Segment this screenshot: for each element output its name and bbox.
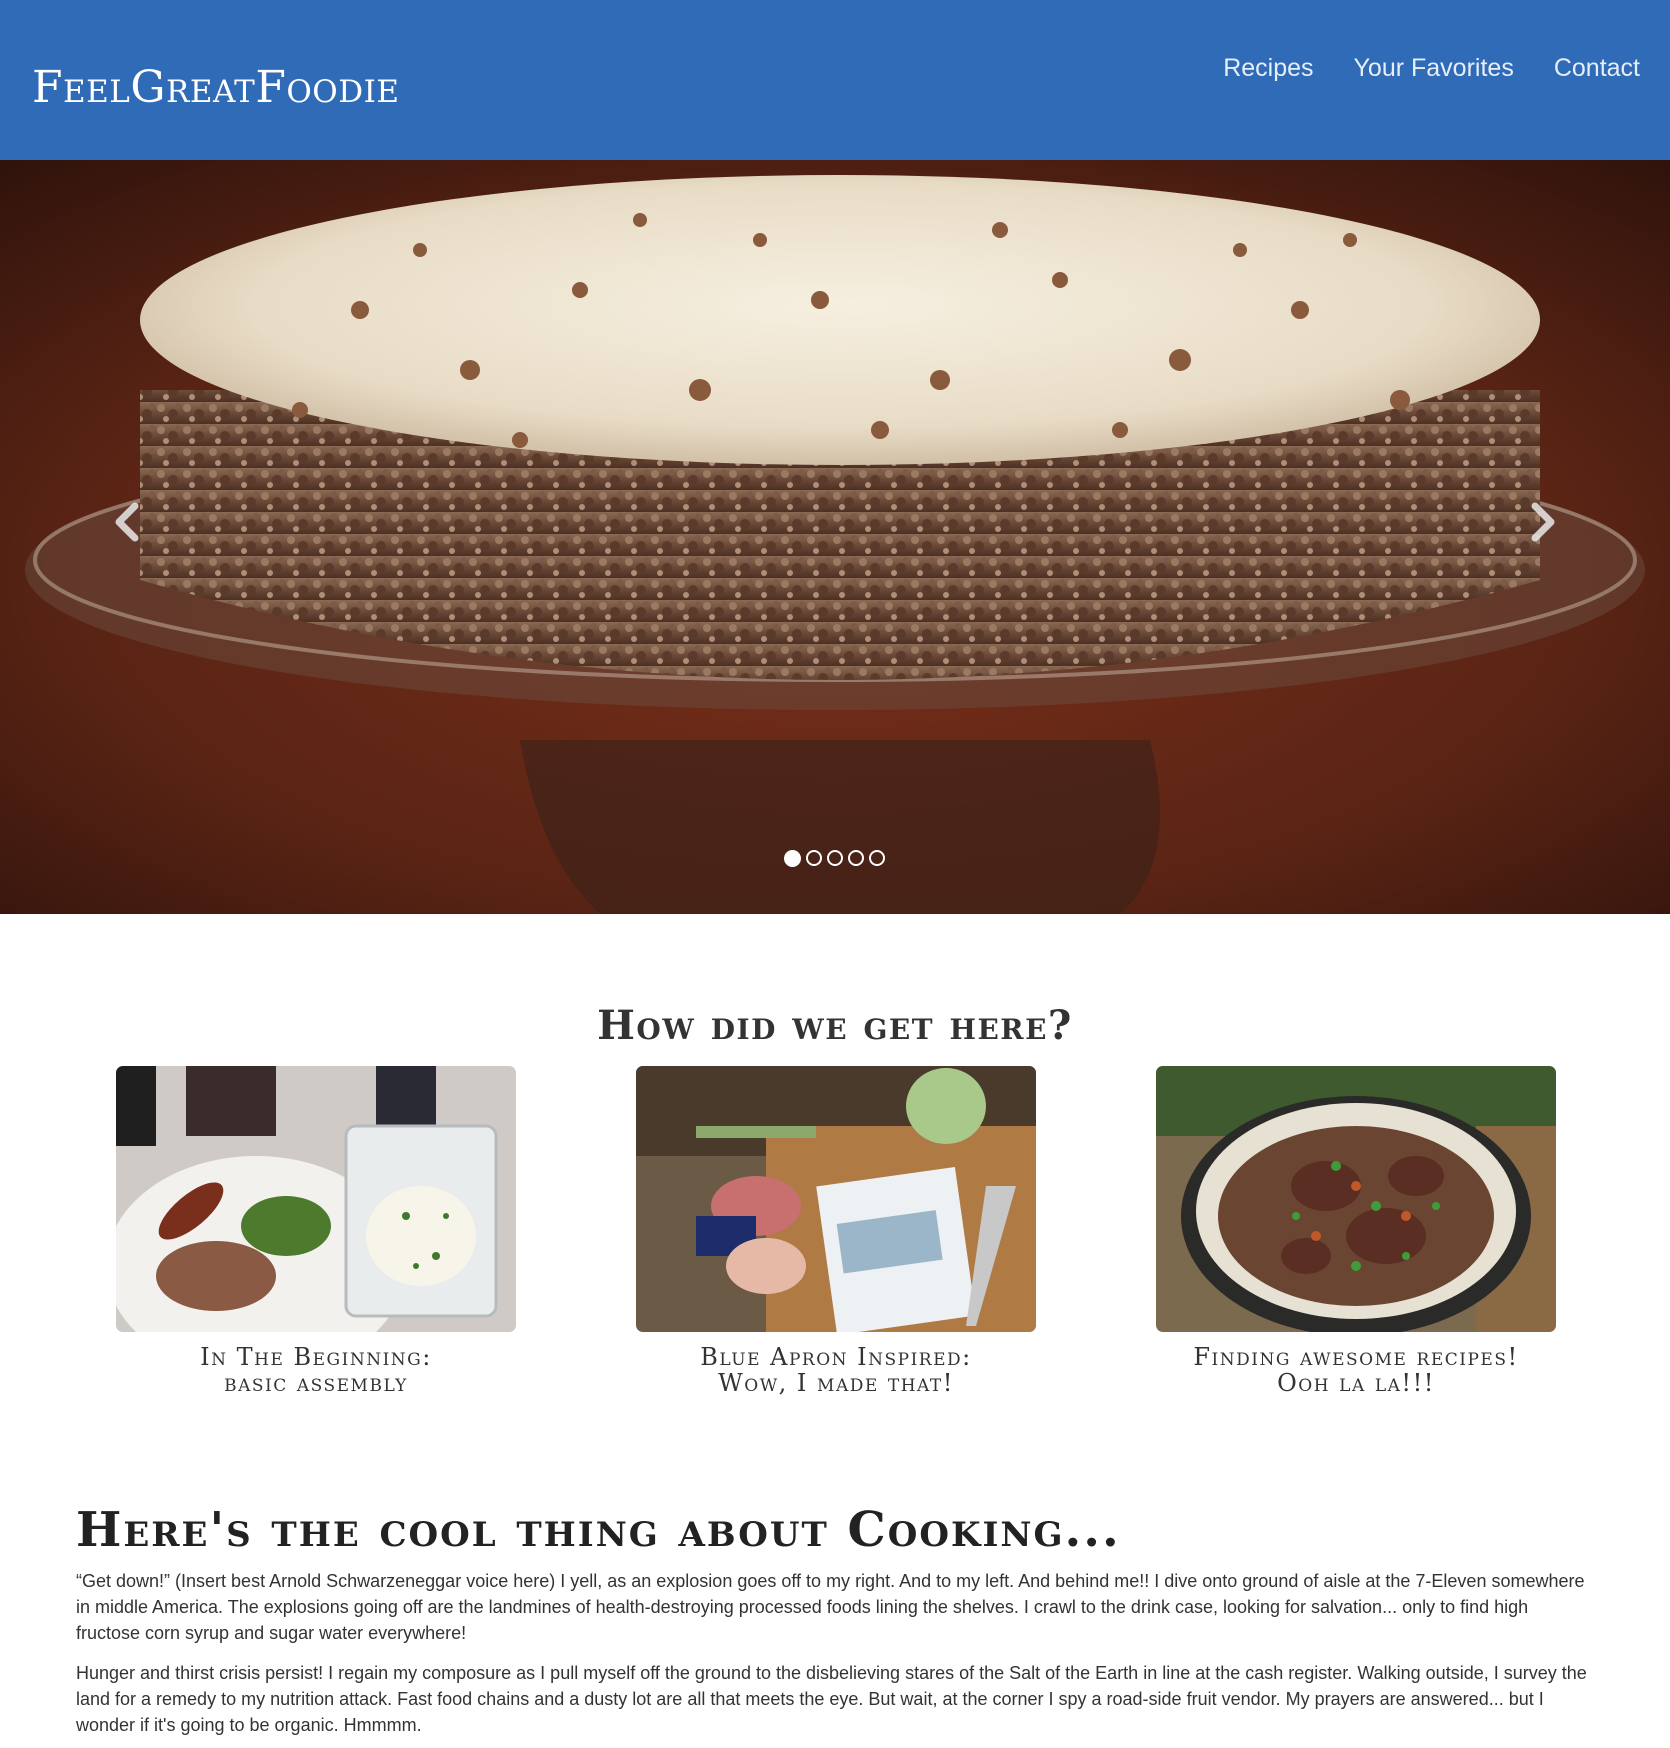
card-caption: Blue Apron Inspired: Wow, I made that!	[636, 1344, 1036, 1396]
card-caption-line1: Finding awesome recipes!	[1193, 1343, 1519, 1371]
navbar: FeelGreatFoodie Recipes Your Favorites C…	[0, 0, 1670, 160]
card-caption-line1: In The Beginning:	[200, 1343, 432, 1371]
carousel-indicator[interactable]	[848, 850, 864, 866]
carousel-indicators	[784, 850, 885, 867]
hero-carousel	[0, 160, 1670, 914]
carousel-next-button[interactable]	[1514, 482, 1574, 562]
nav-links: Recipes Your Favorites Contact	[1223, 50, 1640, 86]
chevron-right-icon	[1531, 502, 1555, 542]
card-image-awesome-recipes[interactable]	[1156, 1066, 1556, 1332]
carousel-indicator[interactable]	[827, 850, 843, 866]
journey-card: In The Beginning: basic assembly	[116, 1066, 516, 1396]
carousel-indicator[interactable]	[806, 850, 822, 866]
card-image-blue-apron[interactable]	[636, 1066, 1036, 1332]
card-caption: Finding awesome recipes! Ooh la la!!!	[1156, 1344, 1556, 1396]
article-paragraph: “Get down!” (Insert best Arnold Schwarze…	[76, 1571, 1585, 1643]
carousel-slide-image	[0, 160, 1670, 914]
card-caption-line2: Wow, I made that!	[718, 1369, 954, 1397]
journey-card: Blue Apron Inspired: Wow, I made that!	[636, 1066, 1036, 1396]
nav-link-your-favorites[interactable]: Your Favorites	[1354, 50, 1514, 86]
carousel-prev-button[interactable]	[96, 482, 156, 562]
card-caption-line2: basic assembly	[224, 1369, 408, 1397]
journey-card: Finding awesome recipes! Ooh la la!!!	[1156, 1066, 1556, 1396]
card-image-basic-assembly[interactable]	[116, 1066, 516, 1332]
card-caption-line1: Blue Apron Inspired:	[700, 1343, 972, 1371]
nav-link-contact[interactable]: Contact	[1554, 50, 1640, 86]
card-caption-line2: Ooh la la!!!	[1277, 1369, 1435, 1397]
chevron-left-icon	[115, 502, 139, 542]
article-title: Here's the cool thing about Cooking...	[76, 1502, 1121, 1558]
carousel-indicator[interactable]	[784, 850, 801, 867]
card-caption: In The Beginning: basic assembly	[116, 1344, 516, 1396]
brand-logo[interactable]: FeelGreatFoodie	[32, 62, 399, 114]
article-paragraph: Hunger and thirst crisis persist! I rega…	[76, 1663, 1587, 1735]
carousel-indicator[interactable]	[869, 850, 885, 866]
section-title: How did we get here?	[597, 1002, 1073, 1049]
nav-link-recipes[interactable]: Recipes	[1223, 50, 1313, 86]
